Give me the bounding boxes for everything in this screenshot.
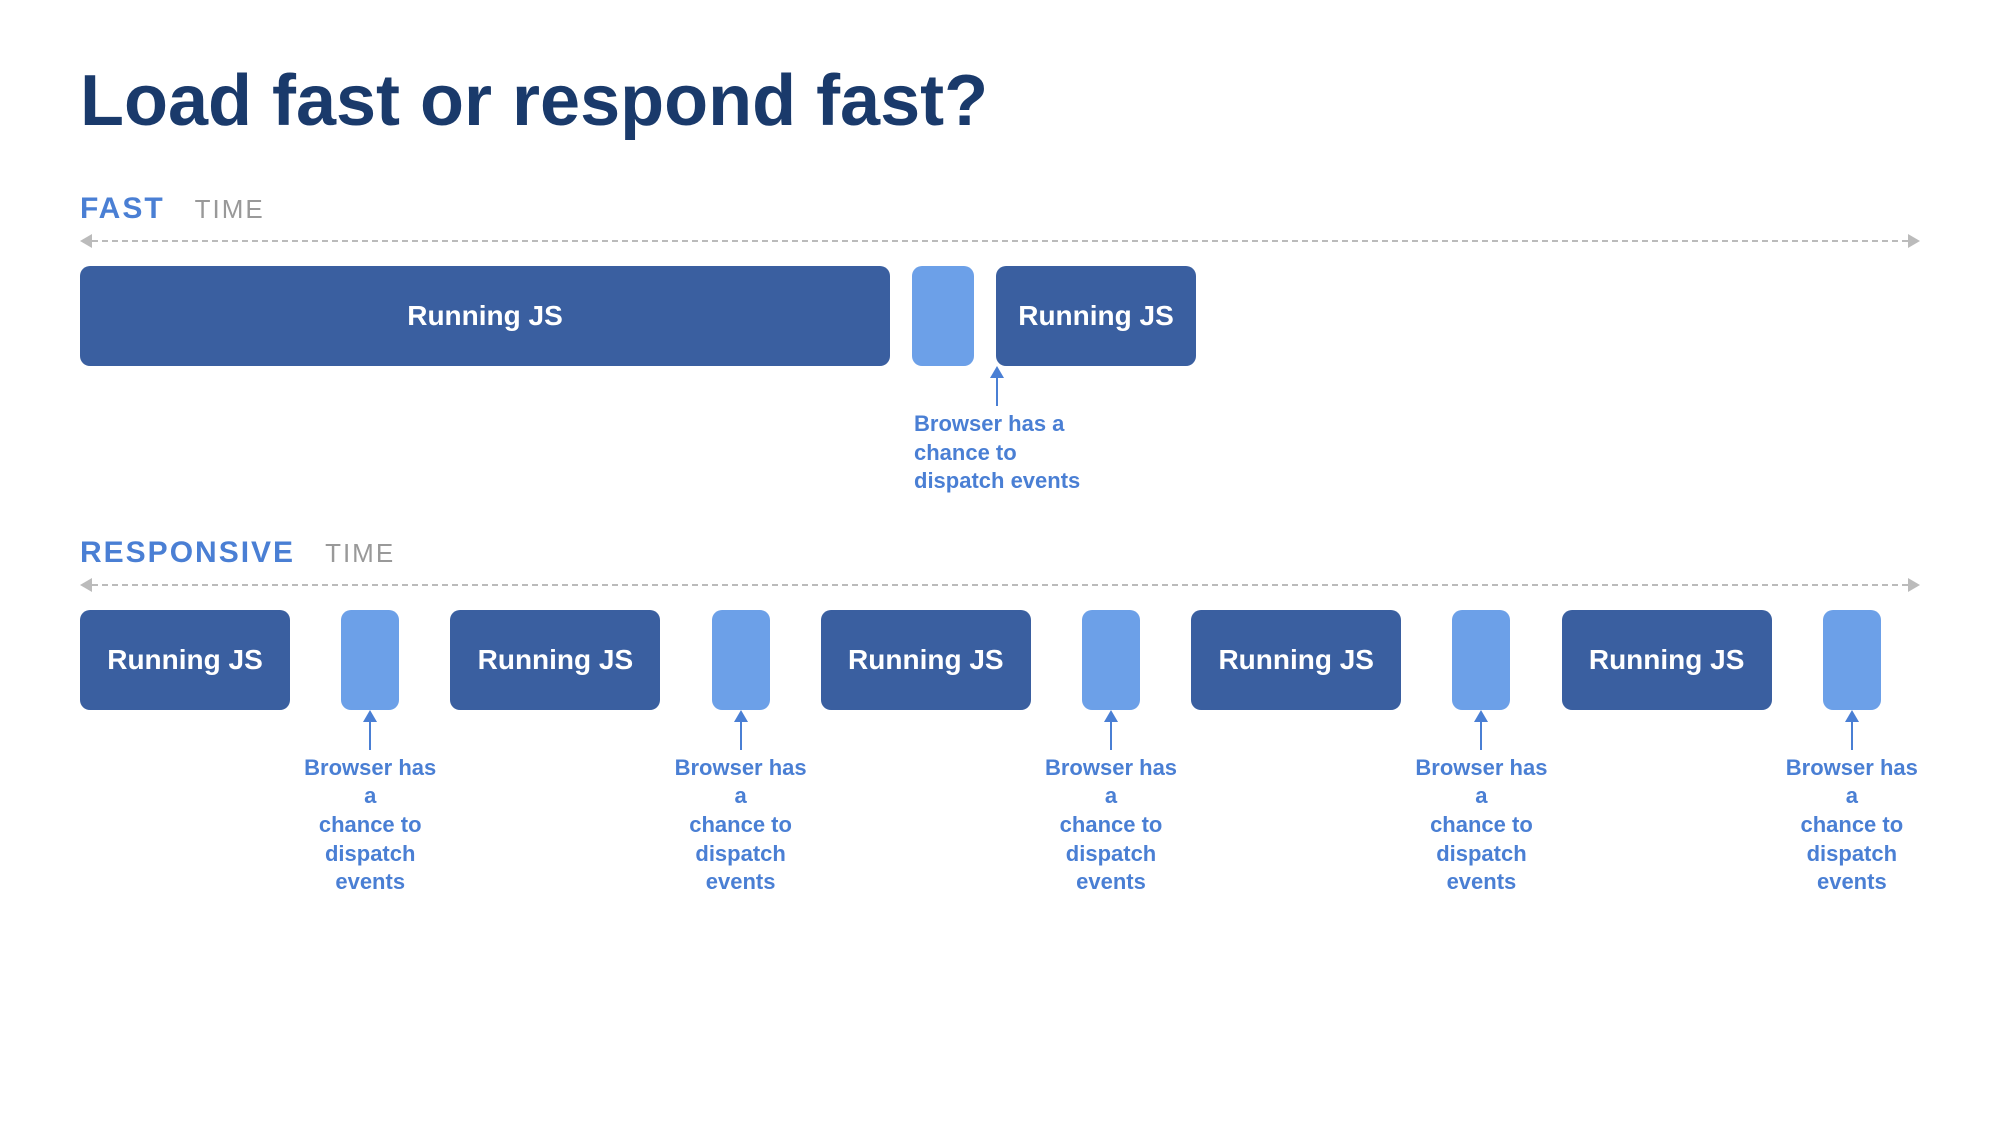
fast-arrow-right-icon (1908, 234, 1920, 248)
resp-gap-3 (1082, 610, 1140, 710)
resp-annotation-1: Browser has a chance to dispatch events (302, 710, 438, 897)
fast-label: FAST (80, 192, 165, 226)
resp-gap-2 (712, 610, 770, 710)
resp-js-2: Running JS (450, 610, 660, 710)
fast-running-js-block: Running JS (80, 266, 890, 366)
fast-annotation-spacer (80, 366, 914, 496)
resp-arrow-line-3 (1110, 722, 1112, 750)
resp-group-3: Running JS (821, 610, 1031, 710)
fast-timeline-line (92, 240, 1908, 242)
responsive-timeline (80, 578, 1920, 592)
resp-arrow-up-3-icon (1104, 710, 1118, 722)
resp-js-5: Running JS (1562, 610, 1772, 710)
resp-gap-4 (1452, 610, 1510, 710)
fast-annotation-arrow-line (996, 378, 998, 406)
fast-annotation-group: Browser has a chance to dispatch events (914, 366, 1080, 496)
resp-annotation-3: Browser has a chance to dispatch events (1043, 710, 1179, 897)
resp-gap-group-5: Browser has a chance to dispatch events (1784, 610, 1920, 897)
responsive-timeline-line (92, 584, 1908, 586)
responsive-arrow-right-icon (1908, 578, 1920, 592)
responsive-section: RESPONSIVE TIME Running JS Browser has a… (80, 536, 1920, 897)
fast-running-js2-block: Running JS (996, 266, 1196, 366)
resp-arrow-up-5-icon (1845, 710, 1859, 722)
slide-title: Load fast or respond fast? (80, 60, 1920, 142)
resp-gap-group-1: Browser has a chance to dispatch events (302, 610, 438, 897)
resp-annotation-4: Browser has a chance to dispatch events (1413, 710, 1549, 897)
resp-group-1: Running JS (80, 610, 290, 710)
resp-gap-group-3: Browser has a chance to dispatch events (1043, 610, 1179, 897)
resp-arrow-up-1-icon (363, 710, 377, 722)
resp-gap-group-4: Browser has a chance to dispatch events (1413, 610, 1549, 897)
fast-arrow-left-icon (80, 234, 92, 248)
resp-arrow-line-1 (369, 722, 371, 750)
resp-arrow-line-5 (1851, 722, 1853, 750)
fast-annotation-arrow-up-icon (990, 366, 1004, 378)
fast-section: FAST TIME Running JS Running JS (80, 192, 1920, 496)
slide: Load fast or respond fast? FAST TIME Run… (0, 0, 2000, 1125)
fast-time-label: TIME (195, 194, 265, 225)
resp-js-4: Running JS (1191, 610, 1401, 710)
resp-annotation-text-1: Browser has a chance to dispatch events (302, 754, 438, 897)
fast-section-header: FAST TIME (80, 192, 1920, 226)
responsive-time-label: TIME (325, 538, 395, 569)
resp-gap-1 (341, 610, 399, 710)
resp-gap-5 (1823, 610, 1881, 710)
resp-group-2: Running JS (450, 610, 660, 710)
fast-annotation-area: Browser has a chance to dispatch events (80, 366, 1196, 496)
resp-arrow-up-2-icon (734, 710, 748, 722)
resp-annotation-text-4: Browser has a chance to dispatch events (1413, 754, 1549, 897)
fast-blocks-row: Running JS Running JS (80, 266, 1196, 366)
resp-annotation-text-5: Browser has a chance to dispatch events (1784, 754, 1920, 897)
resp-js-1: Running JS (80, 610, 290, 710)
resp-annotation-text-2: Browser has a chance to dispatch events (672, 754, 808, 897)
responsive-label: RESPONSIVE (80, 536, 295, 570)
resp-arrow-line-4 (1480, 722, 1482, 750)
fast-annotation-text: Browser has a chance to dispatch events (914, 410, 1080, 496)
fast-annotation-arrow (990, 366, 1004, 406)
responsive-blocks-row: Running JS Browser has a chance to dispa… (80, 610, 1920, 897)
resp-js-3: Running JS (821, 610, 1031, 710)
resp-arrow-line-2 (740, 722, 742, 750)
resp-arrow-up-4-icon (1474, 710, 1488, 722)
resp-gap-group-2: Browser has a chance to dispatch events (672, 610, 808, 897)
fast-blocks-container: Running JS Running JS Browser has a chan… (80, 266, 1196, 496)
resp-annotation-text-3: Browser has a chance to dispatch events (1043, 754, 1179, 897)
responsive-section-header: RESPONSIVE TIME (80, 536, 1920, 570)
resp-annotation-2: Browser has a chance to dispatch events (672, 710, 808, 897)
fast-gap-block (912, 266, 974, 366)
responsive-arrow-left-icon (80, 578, 92, 592)
resp-group-4: Running JS (1191, 610, 1401, 710)
resp-annotation-5: Browser has a chance to dispatch events (1784, 710, 1920, 897)
resp-group-5: Running JS (1562, 610, 1772, 710)
fast-timeline (80, 234, 1920, 248)
